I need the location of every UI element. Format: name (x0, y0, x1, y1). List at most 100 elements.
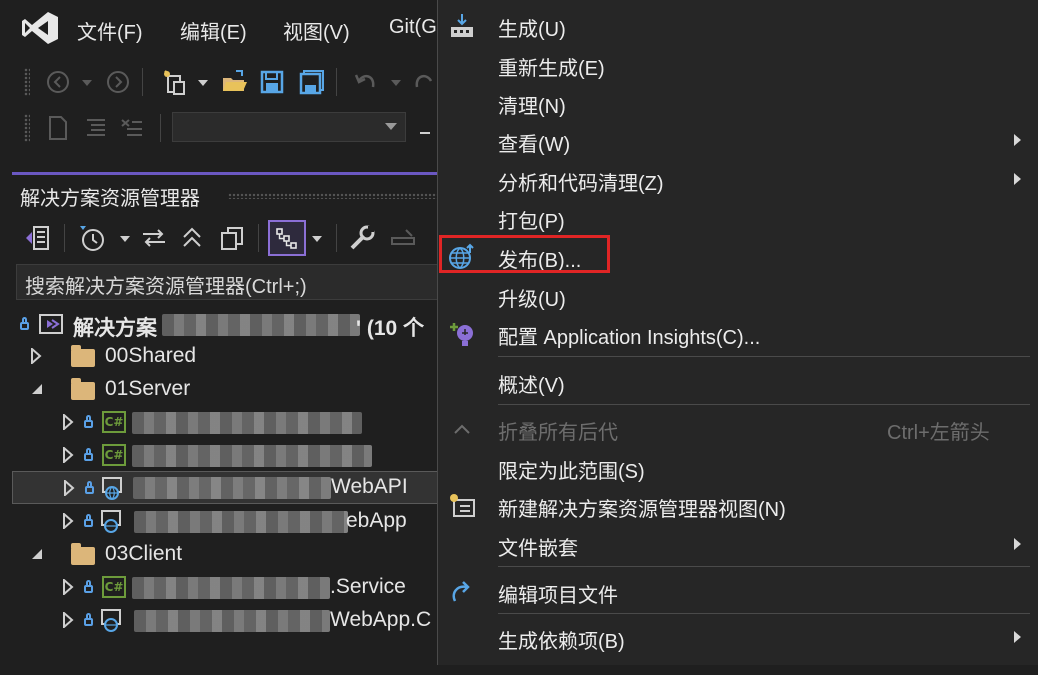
solution-label: 解决方案 (73, 317, 157, 340)
menu-item-file-nesting[interactable]: 文件嵌套 (438, 525, 1038, 563)
filter-dropdown-icon[interactable] (120, 236, 130, 242)
folder-icon (71, 378, 95, 400)
document-icon[interactable] (44, 114, 72, 142)
switch-views-icon[interactable] (24, 224, 52, 252)
tree-project-webapi[interactable]: WebAPI (12, 471, 442, 504)
toolbar-separator (160, 114, 161, 142)
tree-project-csharp[interactable]: C# (0, 406, 440, 439)
publish-highlight-box (439, 235, 610, 273)
redacted-text (134, 610, 330, 632)
csharp-project-icon: C# (102, 576, 126, 598)
menu-item-label: 新建解决方案资源管理器视图(N) (498, 499, 786, 521)
panel-grip[interactable] (228, 193, 438, 199)
tree-project-csharp[interactable]: C# (0, 439, 440, 472)
chevron-right-icon[interactable] (62, 414, 74, 430)
collapse-all-icon[interactable] (178, 224, 206, 252)
chevron-right-icon[interactable] (62, 447, 74, 463)
redacted-text (132, 412, 362, 434)
solution-project-count: ' (10 个 (356, 317, 425, 340)
menu-item-rebuild[interactable]: 重新生成(E) (438, 45, 1038, 83)
lock-icon (84, 580, 93, 593)
menu-item-label: 编辑项目文件 (498, 585, 618, 607)
tree-project-webapp-client[interactable]: WebApp.C (0, 604, 440, 637)
tree-folder-03client[interactable]: 03Client (0, 538, 440, 571)
save-all-icon[interactable] (298, 68, 326, 96)
menu-git[interactable]: Git(G (389, 16, 437, 39)
properties-wrench-icon[interactable] (348, 224, 376, 252)
menu-item-new-solution-explorer-view[interactable]: 新建解决方案资源管理器视图(N) (438, 486, 1038, 524)
sync-with-active-document-icon[interactable] (140, 224, 168, 252)
tree-folder-01server[interactable]: 01Server (0, 373, 440, 406)
new-project-icon[interactable] (160, 68, 188, 96)
menu-item-label: 文件嵌套 (498, 538, 578, 560)
comment-lines-icon[interactable] (118, 114, 146, 142)
tree-project-webapp[interactable]: ebApp (0, 505, 440, 538)
lock-icon (20, 317, 29, 330)
toolbar-separator (336, 224, 337, 252)
visual-studio-logo-icon[interactable] (20, 10, 60, 46)
menu-item-upgrade[interactable]: 升级(U) (438, 276, 1038, 314)
solution-explorer-search-input[interactable]: 搜索解决方案资源管理器(Ctrl+;) (16, 264, 446, 300)
chevron-right-icon[interactable] (62, 579, 74, 595)
menu-item-view[interactable]: 查看(W) (438, 121, 1038, 159)
back-dropdown-icon[interactable] (82, 80, 92, 86)
save-icon[interactable] (258, 68, 286, 96)
preview-selected-items-button[interactable] (268, 220, 306, 256)
web-project-icon (102, 477, 122, 500)
menu-item-pack[interactable]: 打包(P) (438, 198, 1038, 236)
navigate-back-icon[interactable] (44, 68, 72, 96)
menu-item-label: 限定为此范围(S) (498, 461, 645, 483)
chevron-right-icon[interactable] (30, 348, 42, 364)
menu-item-shortcut: Ctrl+左箭头 (887, 422, 990, 444)
menu-item-build-dependencies[interactable]: 生成依赖项(B) (438, 618, 1038, 656)
show-all-files-icon[interactable] (218, 224, 246, 252)
menu-item-label: 生成依赖项(B) (498, 631, 625, 653)
menu-separator (498, 404, 1030, 405)
tree-folder-00shared[interactable]: 00Shared (0, 340, 440, 373)
menu-item-application-insights[interactable]: 配置 Application Insights(C)... (438, 314, 1038, 352)
menu-item-overview[interactable]: 概述(V) (438, 362, 1038, 400)
menu-edit[interactable]: 编辑(E) (180, 16, 247, 45)
lock-icon (84, 415, 93, 428)
menu-item-edit-project-file[interactable]: 编辑项目文件 (438, 572, 1038, 610)
expanded-chevron-icon[interactable] (30, 547, 44, 561)
menu-view[interactable]: 视图(V) (283, 16, 350, 45)
menu-item-label: 重新生成(E) (498, 58, 605, 80)
submenu-arrow-icon (1014, 631, 1021, 643)
solution-node[interactable]: 解决方案 ' (10 个 (0, 308, 440, 341)
hierarchy-icon (276, 228, 297, 249)
toolbar-separator (336, 68, 337, 96)
menu-item-build[interactable]: 生成(U) (438, 6, 1038, 44)
toolbar-separator (258, 224, 259, 252)
tree-item-label: 03Client (105, 542, 183, 565)
menu-item-collapse-descendants: 折叠所有后代 Ctrl+左箭头 (438, 409, 1038, 447)
chevron-right-icon[interactable] (62, 513, 74, 529)
menu-item-label: 折叠所有后代 (498, 422, 618, 444)
menu-item-clean[interactable]: 清理(N) (438, 83, 1038, 121)
chevron-right-icon[interactable] (63, 480, 75, 496)
web-project-icon (101, 609, 121, 632)
open-folder-icon[interactable] (220, 68, 248, 96)
tree-project-service[interactable]: C# .Service (0, 571, 440, 604)
new-dropdown-icon[interactable] (198, 80, 208, 86)
expanded-chevron-icon[interactable] (30, 382, 44, 396)
preview-pane-icon[interactable] (388, 224, 416, 252)
menu-file[interactable]: 文件(F) (77, 16, 143, 45)
solution-explorer-title: 解决方案资源管理器 (20, 188, 200, 210)
undo-dropdown-icon[interactable] (391, 80, 401, 86)
toolbar-grip[interactable] (24, 114, 30, 142)
menu-item-scope-to-this[interactable]: 限定为此范围(S) (438, 448, 1038, 486)
csharp-project-icon: C# (102, 444, 126, 466)
menu-item-analyze[interactable]: 分析和代码清理(Z) (438, 160, 1038, 198)
format-lines-icon[interactable] (82, 114, 110, 142)
chevron-right-icon[interactable] (62, 612, 74, 628)
menu-separator (498, 356, 1030, 357)
preview-dropdown-icon[interactable] (312, 236, 322, 242)
toolbar-grip[interactable] (24, 68, 30, 96)
navigate-forward-icon[interactable] (104, 68, 132, 96)
redo-icon[interactable] (410, 68, 438, 96)
undo-icon[interactable] (352, 68, 380, 96)
overflow-icon[interactable] (420, 132, 430, 134)
configuration-combobox[interactable] (172, 112, 406, 142)
pending-changes-filter-icon[interactable] (78, 224, 106, 252)
